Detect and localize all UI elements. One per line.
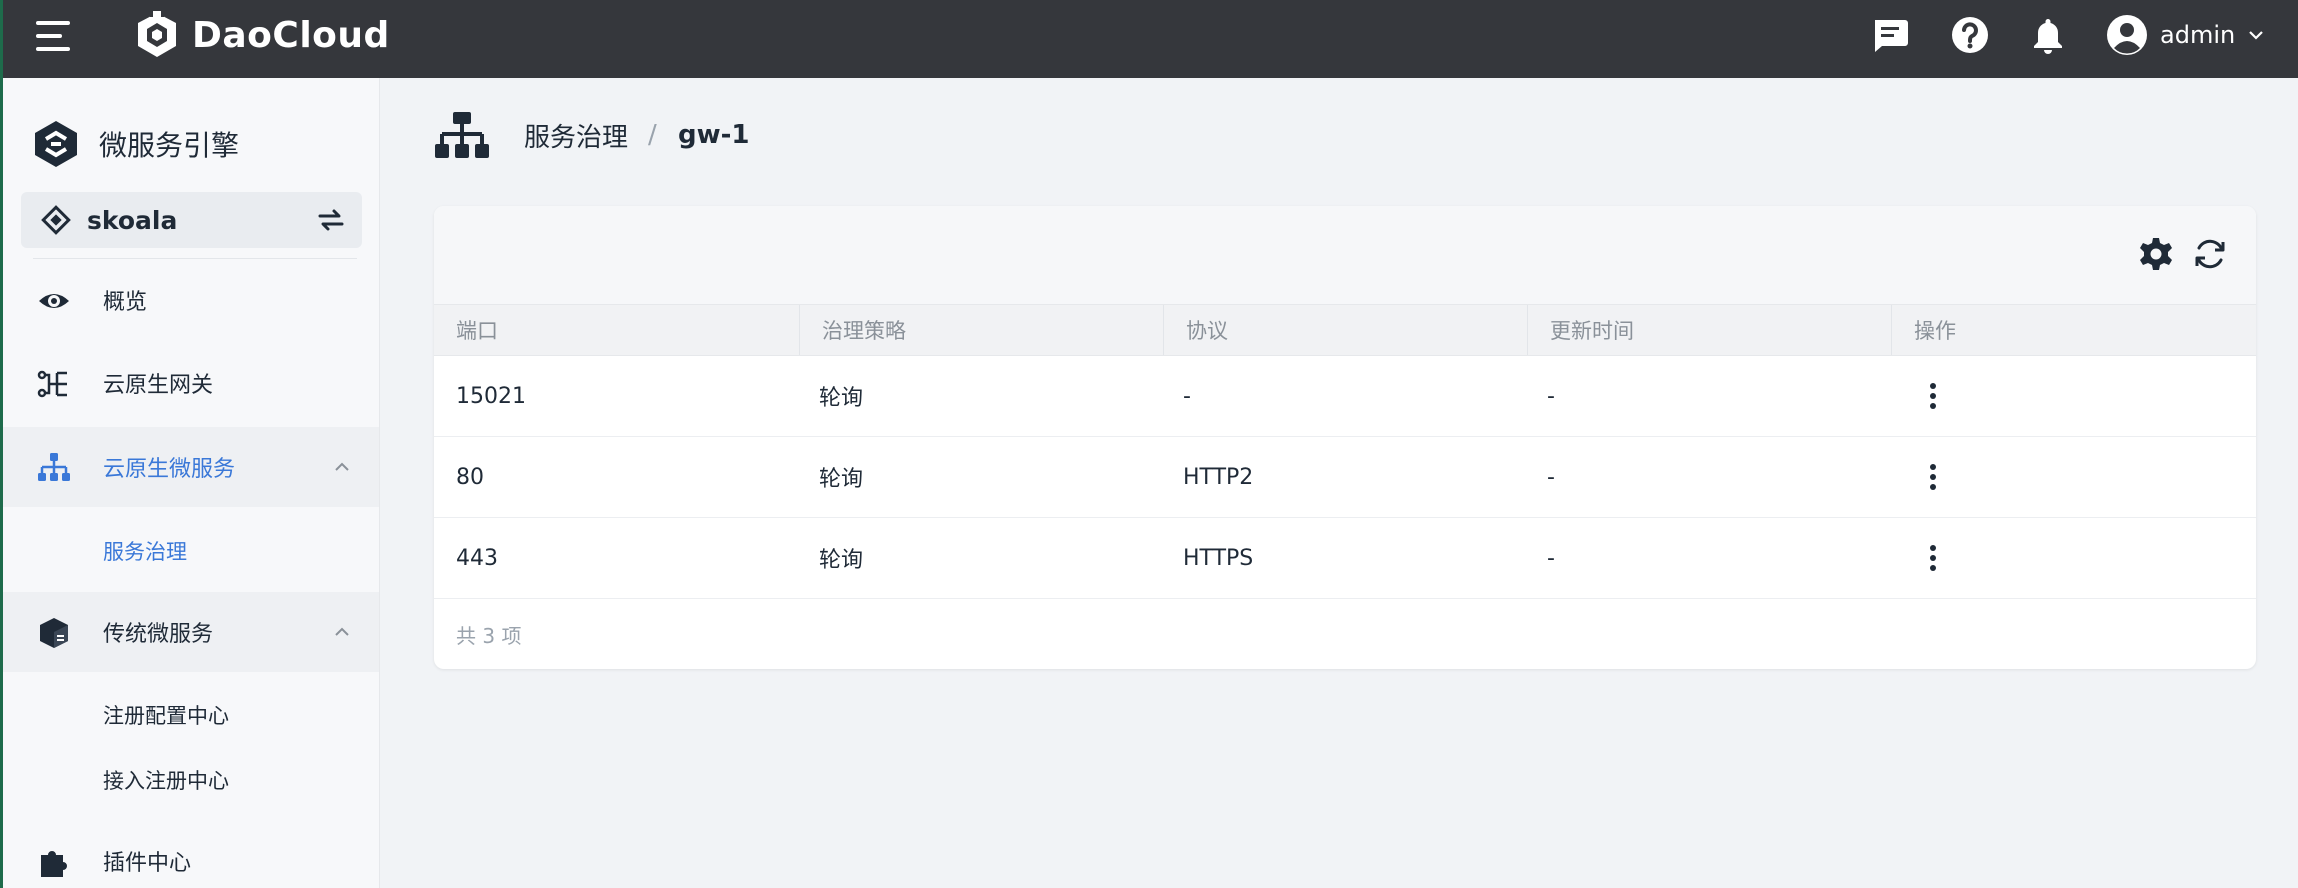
breadcrumb-separator: /	[648, 120, 657, 150]
sidebar-item-label: 概览	[103, 290, 148, 315]
more-vertical-icon[interactable]	[1917, 461, 1949, 493]
user-avatar-icon	[2107, 15, 2147, 55]
more-vertical-icon[interactable]	[1917, 542, 1949, 574]
workspace-name: skoala	[87, 205, 178, 235]
menu-icon[interactable]	[36, 21, 72, 51]
cell-updated: -	[1547, 545, 1555, 571]
app-title: 微服务引擎	[33, 119, 239, 169]
brand[interactable]: DaoCloud	[132, 8, 390, 62]
column-header-policy[interactable]: 治理策略	[799, 305, 1163, 355]
swap-icon[interactable]	[316, 205, 346, 235]
cell-port: 443	[456, 545, 498, 571]
workspace-icon	[41, 205, 71, 235]
breadcrumb: 服务治理 / gw-1	[434, 108, 750, 162]
hierarchy-icon	[435, 112, 489, 158]
feedback-icon[interactable]	[1870, 15, 1910, 55]
table-row: 15021 轮询 - -	[434, 356, 2256, 437]
cell-updated: -	[1547, 383, 1555, 409]
settings-icon[interactable]	[2138, 236, 2174, 272]
cube-icon	[40, 618, 68, 648]
sidebar-subitem-service-governance[interactable]: 服务治理	[103, 536, 187, 566]
sidebar: 微服务引擎 skoala 概览 云原生网关 云原生微服务 服务治理 传统微服务 …	[3, 78, 380, 888]
table-row: 80 轮询 HTTP2 -	[434, 437, 2256, 518]
chevron-up-icon	[335, 627, 349, 636]
cell-updated: -	[1547, 464, 1555, 490]
column-header-port[interactable]: 端口	[434, 305, 799, 355]
column-header-actions: 操作	[1891, 305, 2256, 355]
cell-port: 80	[456, 464, 484, 490]
engine-logo-icon	[35, 121, 77, 167]
table-total-count: 共 3 项	[456, 624, 522, 648]
workspace-switcher[interactable]: skoala	[21, 192, 362, 248]
cell-port: 15021	[456, 383, 526, 409]
cell-protocol: HTTP2	[1183, 464, 1254, 490]
cell-protocol: -	[1183, 383, 1191, 409]
table-row: 443 轮询 HTTPS -	[434, 518, 2256, 599]
refresh-icon[interactable]	[2192, 236, 2228, 272]
user-name: admin	[2160, 21, 2236, 49]
sidebar-item-label: 云原生网关	[103, 373, 214, 398]
breadcrumb-parent[interactable]: 服务治理	[524, 117, 628, 154]
sidebar-item-label: 云原生微服务	[103, 457, 236, 482]
more-vertical-icon[interactable]	[1917, 380, 1949, 412]
column-header-protocol[interactable]: 协议	[1163, 305, 1527, 355]
breadcrumb-current: gw-1	[678, 120, 750, 150]
sidebar-item-plugin-center[interactable]: 插件中心	[3, 821, 379, 888]
sidebar-item-label: 插件中心	[103, 851, 192, 876]
cell-policy: 轮询	[819, 548, 864, 573]
sidebar-item-gateway[interactable]: 云原生网关	[3, 343, 379, 423]
brand-name: DaoCloud	[192, 14, 390, 56]
sidebar-item-label: 传统微服务	[103, 622, 214, 647]
cell-policy: 轮询	[819, 386, 864, 411]
hierarchy-icon	[38, 453, 70, 481]
daocloud-logo-icon	[138, 10, 176, 57]
sidebar-subitem-registry-config[interactable]: 注册配置中心	[103, 700, 229, 730]
puzzle-icon	[41, 851, 67, 877]
table-header: 端口 治理策略 协议 更新时间 操作	[434, 304, 2256, 356]
cell-protocol: HTTPS	[1183, 545, 1254, 571]
table-toolbar	[434, 206, 2256, 304]
gateway-icon	[37, 370, 67, 398]
ports-table-card: 端口 治理策略 协议 更新时间 操作 15021 轮询 - - 80 轮询 HT…	[434, 206, 2256, 669]
eye-icon	[39, 294, 69, 308]
chevron-up-icon	[335, 462, 349, 471]
top-bar: DaoCloud admin	[0, 0, 2298, 888]
chevron-down-icon	[2249, 31, 2263, 40]
cell-policy: 轮询	[819, 467, 864, 492]
sidebar-item-traditional-microservice[interactable]: 传统微服务	[3, 592, 379, 672]
sidebar-divider	[33, 258, 357, 259]
app-title-text: 微服务引擎	[99, 129, 240, 162]
bell-icon[interactable]	[2028, 15, 2068, 55]
sidebar-item-cloud-microservice[interactable]: 云原生微服务	[3, 427, 379, 507]
help-icon[interactable]	[1950, 15, 1990, 55]
user-menu[interactable]: admin	[2106, 12, 2265, 58]
column-header-updated[interactable]: 更新时间	[1527, 305, 1891, 355]
sidebar-item-overview[interactable]: 概览	[3, 260, 379, 340]
sidebar-subitem-access-registry[interactable]: 接入注册中心	[103, 765, 229, 795]
